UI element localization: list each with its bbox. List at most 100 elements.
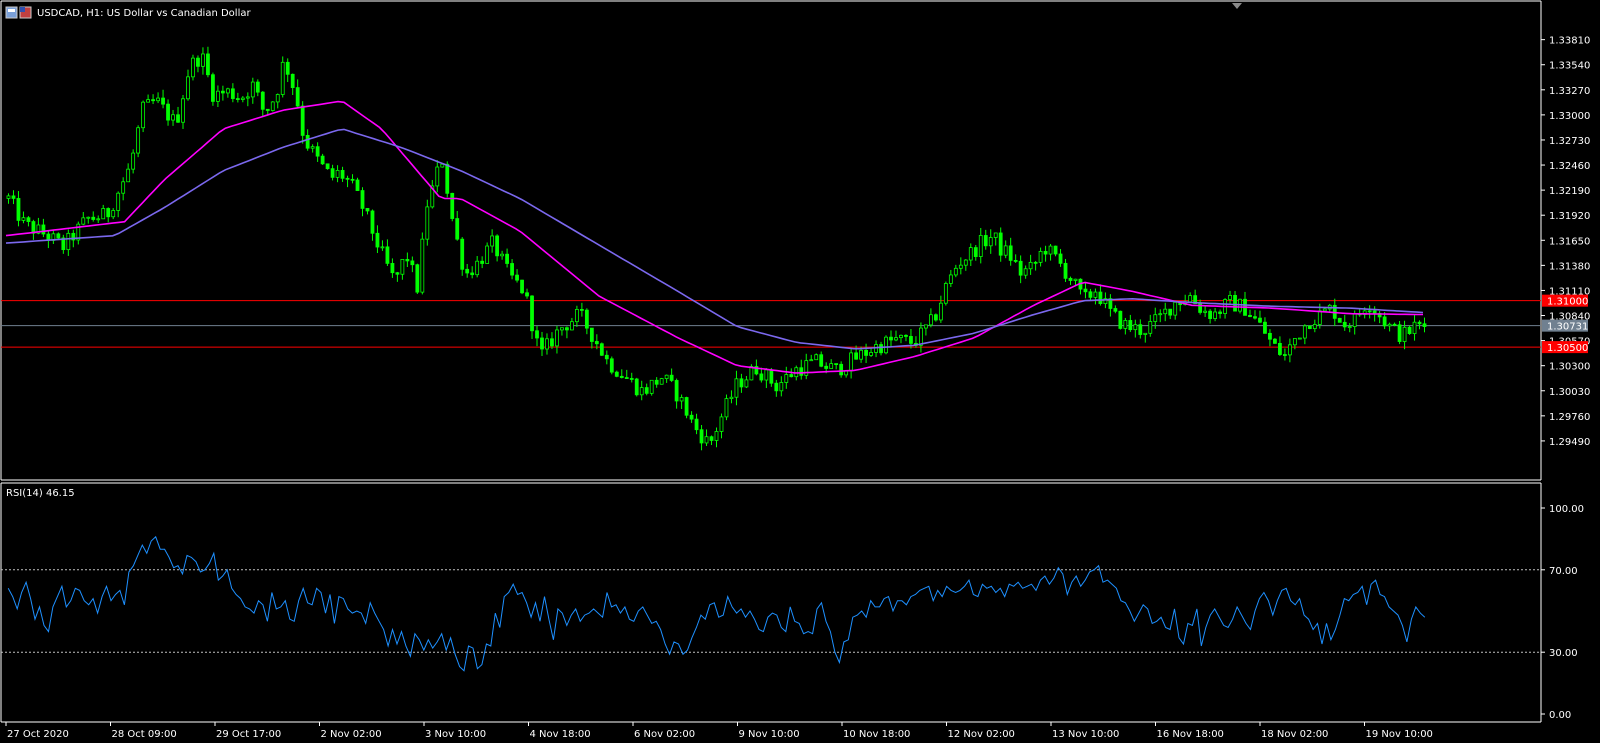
- price-axis-tick-label: 1.32460: [1549, 161, 1590, 172]
- candle-body: [904, 334, 908, 337]
- rsi-axis-tick-label: 0.00: [1549, 710, 1571, 721]
- candle-body: [270, 101, 275, 111]
- time-axis-tick-label: 19 Nov 10:00: [1366, 729, 1433, 740]
- candle-body: [799, 367, 804, 376]
- candle-body: [66, 232, 71, 251]
- candle-body: [81, 217, 86, 225]
- price-axis-tick-label: 1.33000: [1549, 111, 1590, 122]
- candle-body: [749, 366, 754, 381]
- window-icon-bar: [8, 9, 15, 12]
- candle-body: [599, 343, 604, 356]
- candle-body: [136, 127, 141, 154]
- candle-body: [1297, 337, 1302, 340]
- candle-body: [928, 314, 933, 326]
- candle-body: [1382, 316, 1387, 327]
- candle-body: [250, 81, 255, 98]
- price-axis-tick-label: 1.31380: [1549, 261, 1590, 272]
- candle-body: [779, 382, 784, 392]
- candle-body: [764, 369, 769, 381]
- candle-body: [1292, 338, 1297, 346]
- candle-body: [380, 246, 385, 249]
- candle-body: [320, 155, 325, 165]
- candle-body: [345, 177, 350, 180]
- candle-body: [91, 216, 96, 220]
- time-axis-tick-label: 4 Nov 18:00: [530, 729, 591, 740]
- candle-body: [181, 98, 185, 123]
- candle-body: [390, 263, 395, 274]
- candle-body: [993, 232, 998, 238]
- candle-body: [973, 247, 978, 257]
- rsi-axis-tick-label: 30.00: [1549, 648, 1578, 659]
- candle-body: [694, 418, 699, 431]
- rsi-title: RSI(14) 46.15: [6, 488, 75, 499]
- candle-body: [594, 341, 599, 345]
- candle-body: [1317, 310, 1322, 325]
- candle-body: [1258, 317, 1262, 323]
- candle-body: [300, 105, 305, 136]
- candle-body: [116, 192, 121, 211]
- candle-body: [415, 264, 420, 293]
- candle-body: [1342, 321, 1347, 328]
- candle-body: [614, 371, 619, 377]
- candle-body: [619, 375, 624, 378]
- candle-body: [1417, 321, 1422, 325]
- candle-body: [819, 354, 824, 367]
- candle-body: [679, 397, 684, 402]
- candle-body: [1148, 321, 1153, 334]
- candle-body: [1392, 323, 1397, 326]
- candle-body: [1352, 313, 1357, 327]
- candle-body: [1412, 321, 1417, 334]
- candle-body: [759, 373, 764, 381]
- candle-body: [1058, 253, 1063, 264]
- candle-body: [6, 195, 11, 199]
- candle-body: [126, 168, 131, 183]
- candle-body: [1033, 261, 1038, 264]
- candle-body: [859, 349, 863, 360]
- candle-body: [809, 359, 814, 362]
- candle-body: [744, 379, 749, 388]
- candle-body: [1253, 316, 1257, 319]
- candle-body: [963, 259, 968, 266]
- time-axis-tick-label: 13 Nov 10:00: [1052, 729, 1119, 740]
- candle-body: [1018, 260, 1023, 276]
- candle-body: [889, 336, 893, 341]
- candle-body: [739, 378, 744, 388]
- chart-canvas: 1.33810 1.33540 1.33270 1.33000 1.32730 1.324…: [0, 0, 1600, 743]
- candle-body: [824, 365, 829, 369]
- candle-body: [470, 272, 475, 276]
- candle-body: [1208, 310, 1213, 319]
- candle-body: [275, 94, 280, 103]
- candle-body: [729, 396, 734, 400]
- candle-body: [1088, 291, 1093, 298]
- price-axis-tick-label: 1.31650: [1549, 236, 1590, 247]
- candle-body: [405, 258, 410, 262]
- candle-body: [849, 352, 854, 372]
- candle-body: [500, 253, 505, 257]
- time-axis-tick-label: 29 Oct 17:00: [216, 729, 281, 740]
- candle-body: [1068, 277, 1073, 281]
- candle-body: [161, 97, 165, 105]
- candle-body: [535, 330, 539, 339]
- candle-body: [1367, 310, 1372, 313]
- candle-body: [1322, 308, 1327, 312]
- candle-body: [1008, 245, 1013, 261]
- candle-body: [1123, 320, 1128, 329]
- candle-body: [280, 61, 285, 95]
- time-axis-tick-label: 2 Nov 02:00: [321, 729, 382, 740]
- candle-body: [704, 436, 709, 444]
- candle-body: [1218, 311, 1222, 314]
- candle-body: [844, 370, 849, 376]
- candle-body: [330, 168, 335, 178]
- time-axis-tick-label: 28 Oct 09:00: [112, 729, 177, 740]
- candle-body: [1028, 261, 1033, 270]
- candle-body: [156, 97, 160, 102]
- candle-body: [879, 344, 883, 354]
- candle-body: [230, 88, 235, 99]
- candle-body: [570, 321, 574, 331]
- candle-body: [629, 378, 634, 380]
- candle-body: [864, 349, 868, 356]
- candle-body: [714, 431, 719, 441]
- candle-body: [1163, 308, 1168, 315]
- horizontal-level-tag-label: 1.30500: [1547, 343, 1588, 354]
- candle-body: [1233, 295, 1237, 312]
